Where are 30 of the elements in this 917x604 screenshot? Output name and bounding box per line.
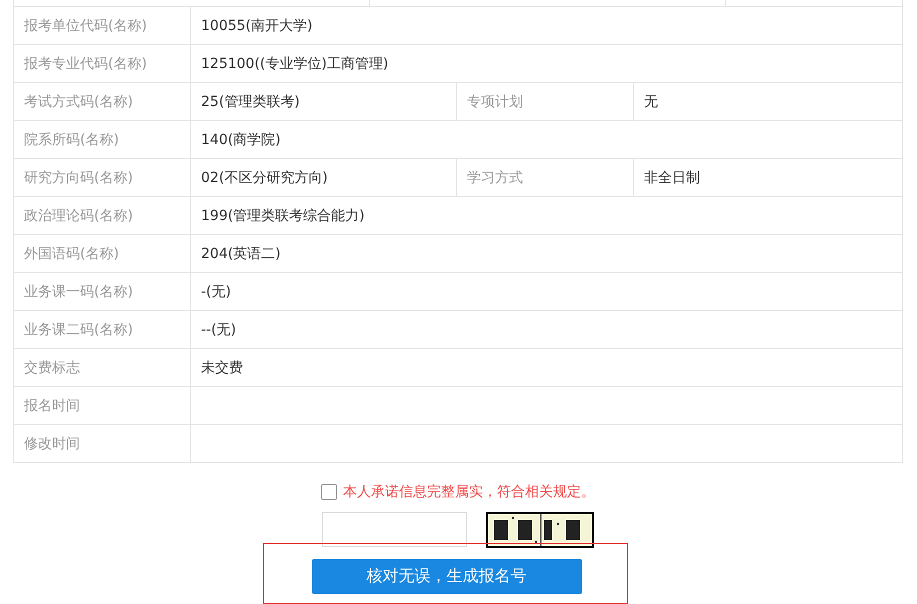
field-value: 140(商学院) xyxy=(201,130,281,148)
checkbox[interactable] xyxy=(321,484,337,500)
field-value: 非全日制 xyxy=(644,168,700,186)
field-label: 学习方式 xyxy=(457,159,634,196)
field-value: 无 xyxy=(644,92,658,110)
field-label: 研究方向码(名称) xyxy=(14,159,191,196)
pledge-text: 本人承诺信息完整属实，符合相关规定。 xyxy=(343,483,595,501)
captcha-field[interactable] xyxy=(322,512,467,547)
field-label: 专项计划 xyxy=(457,83,634,120)
field-label: 交费标志 xyxy=(14,349,191,386)
field-value: 204(英语二) xyxy=(201,244,281,262)
field-label: 政治理论码(名称) xyxy=(14,197,191,234)
field-value: 25(管理类联考) xyxy=(201,92,300,110)
field-label: 业务课二码(名称) xyxy=(14,311,191,348)
field-value: 10055(南开大学) xyxy=(201,16,312,34)
field-value: 125100((专业学位)工商管理) xyxy=(201,54,388,72)
field-value: --(无) xyxy=(201,320,236,338)
field-label: 考试方式码(名称) xyxy=(14,83,191,120)
field-value: 02(不区分研究方向) xyxy=(201,168,328,186)
submit-button[interactable]: 核对无误，生成报名号 xyxy=(312,559,582,594)
field-label: 外国语码(名称) xyxy=(14,235,191,272)
field-label: 修改时间 xyxy=(14,425,191,462)
field-label: 报考单位代码(名称) xyxy=(14,7,191,44)
field-value: 未交费 xyxy=(201,358,243,376)
field-label: 院系所码(名称) xyxy=(14,121,191,158)
field-value: -(无) xyxy=(201,282,231,300)
field-label: 报名时间 xyxy=(14,387,191,424)
field-label: 报考专业代码(名称) xyxy=(14,45,191,82)
field-label: 业务课一码(名称) xyxy=(14,273,191,310)
field-value: 199(管理类联考综合能力) xyxy=(201,206,365,224)
